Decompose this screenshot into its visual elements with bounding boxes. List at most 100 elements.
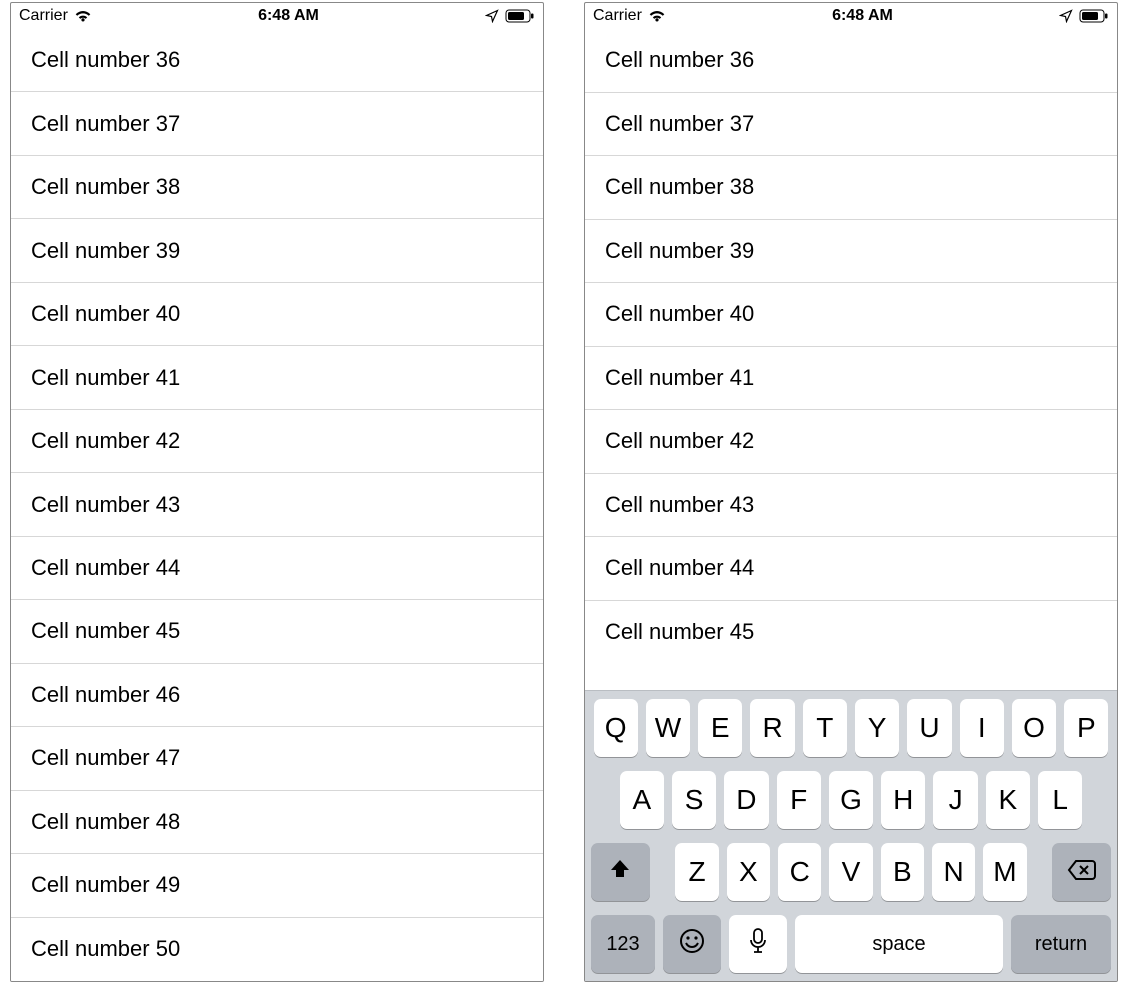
cell-label: Cell number 39 (31, 238, 180, 264)
key-o[interactable]: O (1012, 699, 1056, 757)
device-right: Carrier 6:48 AM Cell number 36 Cell numb… (584, 2, 1118, 982)
cell-label: Cell number 46 (31, 682, 180, 708)
table-row[interactable]: Cell number 48 (11, 791, 543, 854)
carrier-label: Carrier (593, 7, 642, 25)
cell-label: Cell number 43 (605, 492, 754, 518)
backspace-icon (1067, 856, 1097, 888)
wifi-icon (648, 9, 666, 23)
cell-label: Cell number 47 (31, 745, 180, 771)
key-k[interactable]: K (986, 771, 1030, 829)
table-row[interactable]: Cell number 38 (11, 156, 543, 219)
table-view[interactable]: Cell number 36 Cell number 37 Cell numbe… (11, 29, 543, 981)
key-return[interactable]: return (1011, 915, 1111, 973)
table-row[interactable]: Cell number 42 (11, 410, 543, 473)
key-p[interactable]: P (1064, 699, 1108, 757)
key-n[interactable]: N (932, 843, 975, 901)
cell-label: Cell number 36 (605, 47, 754, 73)
key-t[interactable]: T (803, 699, 847, 757)
status-time: 6:48 AM (832, 7, 893, 25)
location-icon (1059, 9, 1073, 23)
emoji-icon (679, 928, 705, 961)
key-i[interactable]: I (960, 699, 1004, 757)
battery-icon (505, 9, 535, 23)
device-left: Carrier 6:48 AM Cell number 36 Cell numb… (10, 2, 544, 982)
shift-icon (608, 856, 632, 888)
key-z[interactable]: Z (675, 843, 718, 901)
location-icon (485, 9, 499, 23)
cell-label: Cell number 40 (605, 301, 754, 327)
wifi-icon (74, 9, 92, 23)
table-row[interactable]: Cell number 43 (11, 473, 543, 536)
key-x[interactable]: X (727, 843, 770, 901)
keyboard-row-bottom: 123 space return (591, 915, 1111, 973)
table-row[interactable]: Cell number 41 (585, 347, 1117, 411)
table-row[interactable]: Cell number 46 (11, 664, 543, 727)
cell-label: Cell number 50 (31, 936, 180, 962)
table-row[interactable]: Cell number 45 (585, 601, 1117, 665)
table-row[interactable]: Cell number 44 (11, 537, 543, 600)
table-row[interactable]: Cell number 42 (585, 410, 1117, 474)
cell-label: Cell number 37 (605, 111, 754, 137)
table-row[interactable]: Cell number 50 (11, 918, 543, 981)
key-a[interactable]: A (620, 771, 664, 829)
table-row[interactable]: Cell number 40 (11, 283, 543, 346)
key-space[interactable]: space (795, 915, 1003, 973)
cell-label: Cell number 42 (31, 428, 180, 454)
key-backspace[interactable] (1052, 843, 1111, 901)
key-l[interactable]: L (1038, 771, 1082, 829)
key-v[interactable]: V (829, 843, 872, 901)
table-row[interactable]: Cell number 49 (11, 854, 543, 917)
status-time: 6:48 AM (258, 7, 319, 25)
cell-label: Cell number 40 (31, 301, 180, 327)
battery-icon (1079, 9, 1109, 23)
key-shift[interactable] (591, 843, 650, 901)
key-dictation[interactable] (729, 915, 787, 973)
cell-label: Cell number 37 (31, 111, 180, 137)
status-bar: Carrier 6:48 AM (11, 3, 543, 29)
key-h[interactable]: H (881, 771, 925, 829)
key-d[interactable]: D (724, 771, 768, 829)
table-row[interactable]: Cell number 37 (585, 93, 1117, 157)
key-f[interactable]: F (777, 771, 821, 829)
table-row[interactable]: Cell number 37 (11, 92, 543, 155)
key-j[interactable]: J (933, 771, 977, 829)
key-m[interactable]: M (983, 843, 1026, 901)
table-row[interactable]: Cell number 36 (585, 29, 1117, 93)
cell-label: Cell number 44 (31, 555, 180, 581)
key-w[interactable]: W (646, 699, 690, 757)
key-emoji[interactable] (663, 915, 721, 973)
cell-label: Cell number 49 (31, 872, 180, 898)
table-view[interactable]: Cell number 36 Cell number 37 Cell numbe… (585, 29, 1117, 690)
cell-label: Cell number 45 (31, 618, 180, 644)
key-q[interactable]: Q (594, 699, 638, 757)
table-row[interactable]: Cell number 39 (11, 219, 543, 282)
table-row[interactable]: Cell number 45 (11, 600, 543, 663)
cell-label: Cell number 38 (31, 174, 180, 200)
cell-label: Cell number 43 (31, 492, 180, 518)
key-u[interactable]: U (907, 699, 951, 757)
key-b[interactable]: B (881, 843, 924, 901)
cell-label: Cell number 41 (605, 365, 754, 391)
cell-label: Cell number 48 (31, 809, 180, 835)
table-row[interactable]: Cell number 39 (585, 220, 1117, 284)
key-s[interactable]: S (672, 771, 716, 829)
table-row[interactable]: Cell number 43 (585, 474, 1117, 538)
table-row[interactable]: Cell number 40 (585, 283, 1117, 347)
keyboard-row-3: Z X C V B N M (591, 843, 1111, 901)
table-row[interactable]: Cell number 47 (11, 727, 543, 790)
table-row[interactable]: Cell number 41 (11, 346, 543, 409)
table-row[interactable]: Cell number 44 (585, 537, 1117, 601)
key-numbers[interactable]: 123 (591, 915, 655, 973)
table-row[interactable]: Cell number 36 (11, 29, 543, 92)
microphone-icon (749, 928, 767, 960)
cell-label: Cell number 45 (605, 619, 754, 645)
key-r[interactable]: R (750, 699, 794, 757)
status-bar: Carrier 6:48 AM (585, 3, 1117, 29)
key-e[interactable]: E (698, 699, 742, 757)
table-row[interactable]: Cell number 38 (585, 156, 1117, 220)
cell-label: Cell number 42 (605, 428, 754, 454)
key-c[interactable]: C (778, 843, 821, 901)
key-y[interactable]: Y (855, 699, 899, 757)
key-g[interactable]: G (829, 771, 873, 829)
carrier-label: Carrier (19, 7, 68, 25)
